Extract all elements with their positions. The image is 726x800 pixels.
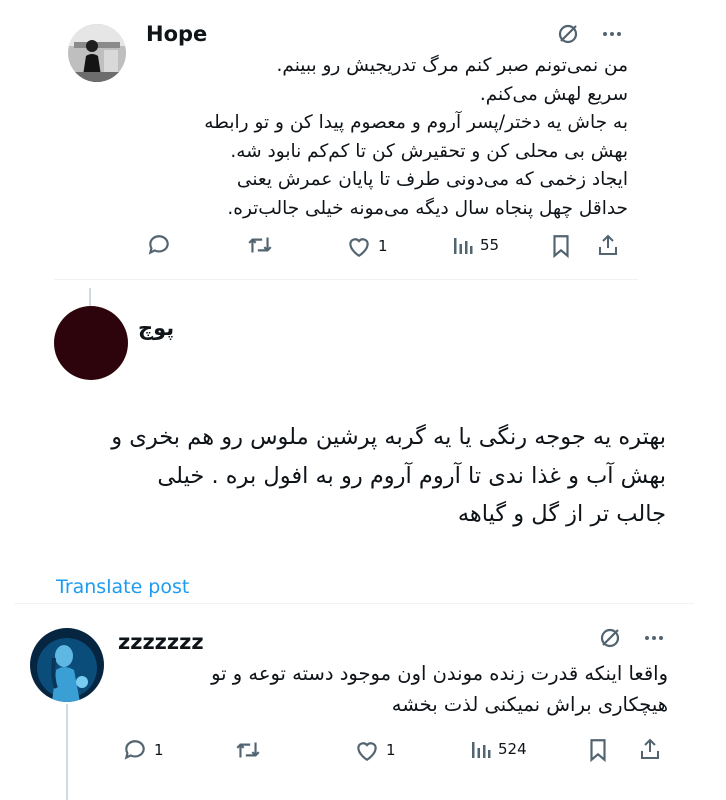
post-line: بهتره یه جوجه رنگی یا یه گربه پرشین ملوس… xyxy=(111,424,666,450)
post-line: به جاش یه دختر/پسر آروم و معصوم پیدا کن … xyxy=(204,112,628,133)
author-name[interactable]: zzzzzzz xyxy=(118,630,204,654)
like-count: 1 xyxy=(386,741,396,759)
heart-icon xyxy=(349,238,369,258)
post-line: بهش آب و غذا ندی تا آروم آروم رو به افول… xyxy=(157,462,666,489)
share-icon xyxy=(641,738,659,759)
more-icon[interactable] xyxy=(600,22,624,46)
thread-line xyxy=(89,288,91,306)
reply-icon xyxy=(148,235,169,255)
like-button[interactable]: 1 xyxy=(346,234,388,258)
views-button[interactable]: 524 xyxy=(470,738,527,760)
translate-post-link[interactable]: Translate post xyxy=(56,576,189,598)
post-line: حداقل چهل پنجاه سال دیگه می‌مونه خیلی جا… xyxy=(227,197,628,219)
bookmark-icon xyxy=(590,739,606,763)
post-body: من نمی‌تونم صبر کنم مرگ تدریجیش رو ببینم… xyxy=(204,52,628,223)
like-button[interactable]: 1 xyxy=(354,738,396,762)
reply-icon xyxy=(124,740,145,760)
post-line: هیچکاری براش نمیکنی لذت بخشه xyxy=(391,693,668,716)
bookmark-button[interactable] xyxy=(550,233,572,259)
post-line: سریع لهش می‌کنم. xyxy=(479,83,628,105)
share-button[interactable] xyxy=(638,736,662,762)
views-icon xyxy=(454,238,473,254)
post-pooch[interactable]: پوچ بهتره یه جوجه رنگی یا یه گربه پرشین … xyxy=(0,280,726,604)
post-line: واقعا اینکه قدرت زنده موندن اون موجود دس… xyxy=(211,662,668,685)
post-line: جالب تر از گل و گیاهه xyxy=(457,501,666,527)
views-button[interactable]: 55 xyxy=(452,234,499,256)
reply-button[interactable] xyxy=(146,232,178,258)
like-count: 1 xyxy=(378,237,388,255)
views-icon xyxy=(472,742,491,758)
avatar[interactable] xyxy=(68,24,126,82)
repost-button[interactable] xyxy=(246,232,280,258)
views-count: 524 xyxy=(498,740,527,758)
repost-icon xyxy=(236,742,260,758)
post-line: بهش بی محلی کن و تحقیرش کن تا کم‌کم نابو… xyxy=(230,140,628,162)
post-body: بهتره یه جوجه رنگی یا یه گربه پرشین ملوس… xyxy=(111,418,666,534)
reply-count: 1 xyxy=(154,741,164,759)
reply-button[interactable]: 1 xyxy=(122,737,164,763)
post-zzzzzzz[interactable]: zzzzzzz واقعا اینکه قدرت زنده موندن اون … xyxy=(0,604,726,800)
grok-icon[interactable] xyxy=(598,626,622,650)
post-hope[interactable]: Hope من نمی‌تونم صبر کنم مرگ تدریجیش رو … xyxy=(0,0,726,280)
author-name[interactable]: پوچ xyxy=(138,316,174,340)
avatar[interactable] xyxy=(30,628,104,702)
heart-icon xyxy=(357,742,377,762)
share-icon xyxy=(599,234,617,255)
post-line: ایجاد زخمی که می‌دونی طرف تا پایان عمرش … xyxy=(236,169,628,190)
grok-icon[interactable] xyxy=(556,22,580,46)
post-line: من نمی‌تونم صبر کنم مرگ تدریجیش رو ببینم… xyxy=(276,55,628,76)
repost-icon xyxy=(248,237,272,253)
avatar[interactable] xyxy=(54,306,128,380)
author-name[interactable]: Hope xyxy=(146,22,207,46)
post-body: واقعا اینکه قدرت زنده موندن اون موجود دس… xyxy=(211,658,668,720)
thread-line xyxy=(66,704,68,800)
share-button[interactable] xyxy=(596,232,620,258)
views-count: 55 xyxy=(480,236,500,254)
more-icon[interactable] xyxy=(642,626,666,650)
repost-button[interactable] xyxy=(234,737,268,763)
bookmark-button[interactable] xyxy=(587,737,609,763)
bookmark-icon xyxy=(553,235,569,259)
